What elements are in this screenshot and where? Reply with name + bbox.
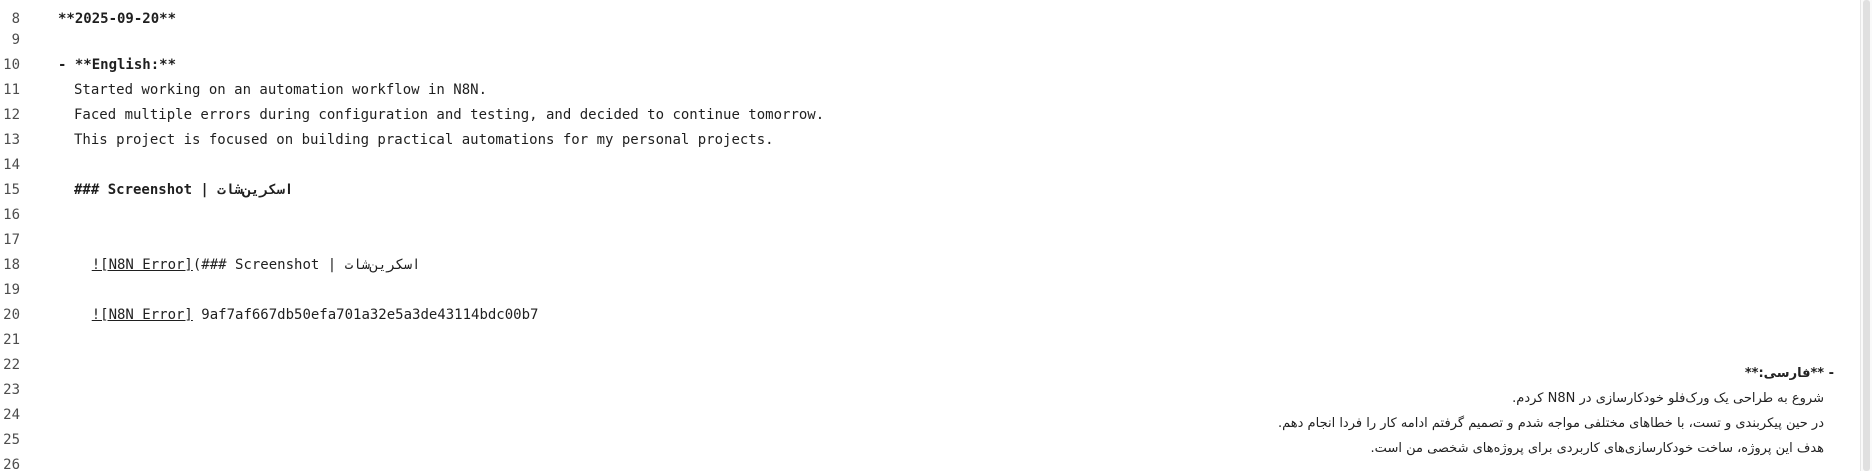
line-number: 7 (0, 0, 20, 5)
line-number: 16 (3, 207, 20, 223)
line-number: 21 (3, 332, 20, 348)
line-number: 15 (3, 182, 20, 198)
line-number: 14 (3, 157, 20, 173)
line-number: 9 (11, 32, 20, 48)
line-number-gutter: 7 8 9 10 11 12 13 14 15 16 17 18 19 20 2… (0, 0, 44, 471)
line-number: 17 (3, 232, 20, 248)
line-number: 10 (3, 57, 20, 73)
image-link-line[interactable]: ![N8N Error] 9af7af667db50efa701a32e5a3d… (58, 278, 1872, 323)
scrollbar-thumb[interactable] (1863, 0, 1870, 471)
line-number: 11 (3, 82, 20, 98)
line-number: 24 (3, 407, 20, 423)
vertical-scrollbar[interactable] (1860, 0, 1872, 471)
persian-label-line[interactable]: - **فارسی:** (1745, 361, 1834, 386)
english-text-line[interactable]: This project is focused on building prac… (74, 128, 1872, 153)
date-heading-line[interactable]: **2025-09-20** (58, 7, 1872, 32)
line-number: 13 (3, 132, 20, 148)
line-number: 19 (3, 282, 20, 298)
line-number: 23 (3, 382, 20, 398)
line-number: 22 (3, 357, 20, 373)
line-number: 25 (3, 432, 20, 448)
image-link-line[interactable]: ![N8N Error](### Screenshot | اسکرین‌شات (58, 228, 1872, 273)
persian-text-line[interactable]: در حین پیکربندی و تست، با خطاهای مختلفی … (1278, 411, 1824, 436)
commit-hash: 9af7af667db50efa701a32e5a3de43114bdc00b7 (192, 307, 539, 323)
line-number: 12 (3, 107, 20, 123)
english-text-line[interactable]: Faced multiple errors during configurati… (74, 103, 1872, 128)
image-link-target: (### Screenshot | اسکرین‌شات (192, 257, 421, 273)
persian-text-line[interactable]: هدف این پروژه، ساخت خودکارسازی‌های کاربر… (1371, 436, 1824, 461)
english-text-line[interactable]: Started working on an automation workflo… (74, 78, 1872, 103)
markdown-editor[interactable]: 7 8 9 10 11 12 13 14 15 16 17 18 19 20 2… (0, 0, 1872, 471)
line-number: 20 (3, 307, 20, 323)
english-label-line[interactable]: - **English:** (58, 53, 1872, 78)
persian-text-line[interactable]: شروع به طراحی یک ورک‌فلو خودکارسازی در N… (1512, 386, 1824, 411)
line-number: 18 (3, 257, 20, 273)
line-number: 26 (3, 457, 20, 471)
image-link[interactable]: ![N8N Error] (92, 307, 193, 323)
image-link[interactable]: ![N8N Error] (92, 257, 193, 273)
screenshot-heading-line[interactable]: ### Screenshot | اسکرین‌شات (74, 178, 1872, 203)
